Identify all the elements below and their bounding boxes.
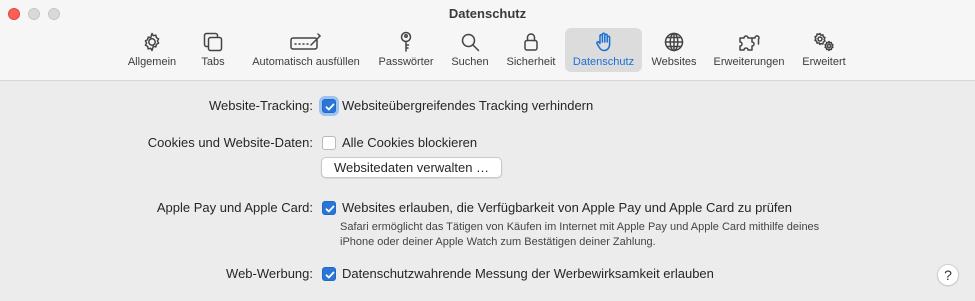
tab-label: Erweitert — [802, 56, 846, 68]
tab-websites[interactable]: Websites — [647, 28, 701, 72]
tab-erweiterungen[interactable]: Erweiterungen — [708, 28, 790, 72]
apple-pay-option-label[interactable]: Websites erlauben, die Verfügbarkeit von… — [342, 200, 792, 215]
tab-sicherheit[interactable]: Sicherheit — [501, 28, 561, 72]
window-title: Datenschutz — [448, 6, 527, 21]
tracking-checkbox[interactable] — [322, 99, 336, 113]
manage-website-data-button[interactable]: Websitedaten verwalten … — [321, 157, 502, 178]
help-button[interactable]: ? — [937, 264, 959, 286]
tab-label: Passwörter — [378, 56, 434, 68]
tab-label: Sicherheit — [506, 56, 556, 68]
block-cookies-checkbox[interactable] — [322, 136, 336, 150]
tab-datenschutz[interactable]: Datenschutz — [565, 28, 642, 72]
tab-allgemein[interactable]: Allgemein — [121, 28, 183, 72]
tab-suchen[interactable]: Suchen — [446, 28, 494, 72]
puzzle-icon — [739, 35, 760, 51]
apple-pay-checkbox[interactable] — [322, 201, 336, 215]
web-advertising-label: Web-Werbung: — [226, 266, 313, 281]
tab-label: Allgemein — [127, 56, 177, 68]
cookies-label: Cookies und Website-Daten: — [147, 135, 313, 150]
tab-label: Websites — [651, 56, 697, 68]
lock-icon — [524, 33, 538, 51]
toolbar: Datenschutz Allgemein Tabs Automatisch a… — [0, 0, 975, 81]
key-icon — [400, 31, 412, 52]
tab-label: Tabs — [201, 56, 225, 68]
tab-passwoerter[interactable]: Passwörter — [374, 28, 438, 72]
gears-icon — [814, 32, 834, 52]
ad-measurement-option-label[interactable]: Datenschutzwahrende Messung der Werbewir… — [342, 266, 714, 281]
website-tracking-label: Website-Tracking: — [208, 98, 313, 113]
safari-settings-window: Datenschutz Allgemein Tabs Automatisch a… — [0, 0, 975, 301]
magnifier-icon — [461, 33, 480, 52]
checkmark-icon — [325, 271, 335, 279]
globe-icon — [664, 32, 684, 52]
checkmark-icon — [325, 205, 335, 213]
tracking-option-label[interactable]: Websiteübergreifendes Tracking verhinder… — [342, 98, 593, 113]
tab-tabs[interactable]: Tabs — [192, 28, 234, 72]
apple-pay-description: Safari ermöglicht das Tätigen von Käufen… — [340, 221, 820, 248]
ad-measurement-checkbox[interactable] — [322, 267, 336, 281]
tab-erweitert[interactable]: Erweitert — [797, 28, 851, 72]
tab-label: Suchen — [451, 56, 489, 68]
tabs-icon — [203, 32, 223, 52]
tab-autofill[interactable]: Automatisch ausfüllen — [243, 28, 369, 72]
tab-label: Automatisch ausfüllen — [252, 56, 360, 68]
hand-icon — [595, 32, 610, 52]
checkmark-icon — [325, 103, 335, 111]
block-cookies-option-label[interactable]: Alle Cookies blockieren — [342, 135, 477, 150]
autofill-icon — [290, 33, 321, 50]
gear-icon — [144, 32, 160, 52]
tab-label: Datenschutz — [572, 56, 635, 68]
apple-pay-label: Apple Pay und Apple Card: — [156, 200, 313, 215]
tab-label: Erweiterungen — [713, 56, 785, 68]
